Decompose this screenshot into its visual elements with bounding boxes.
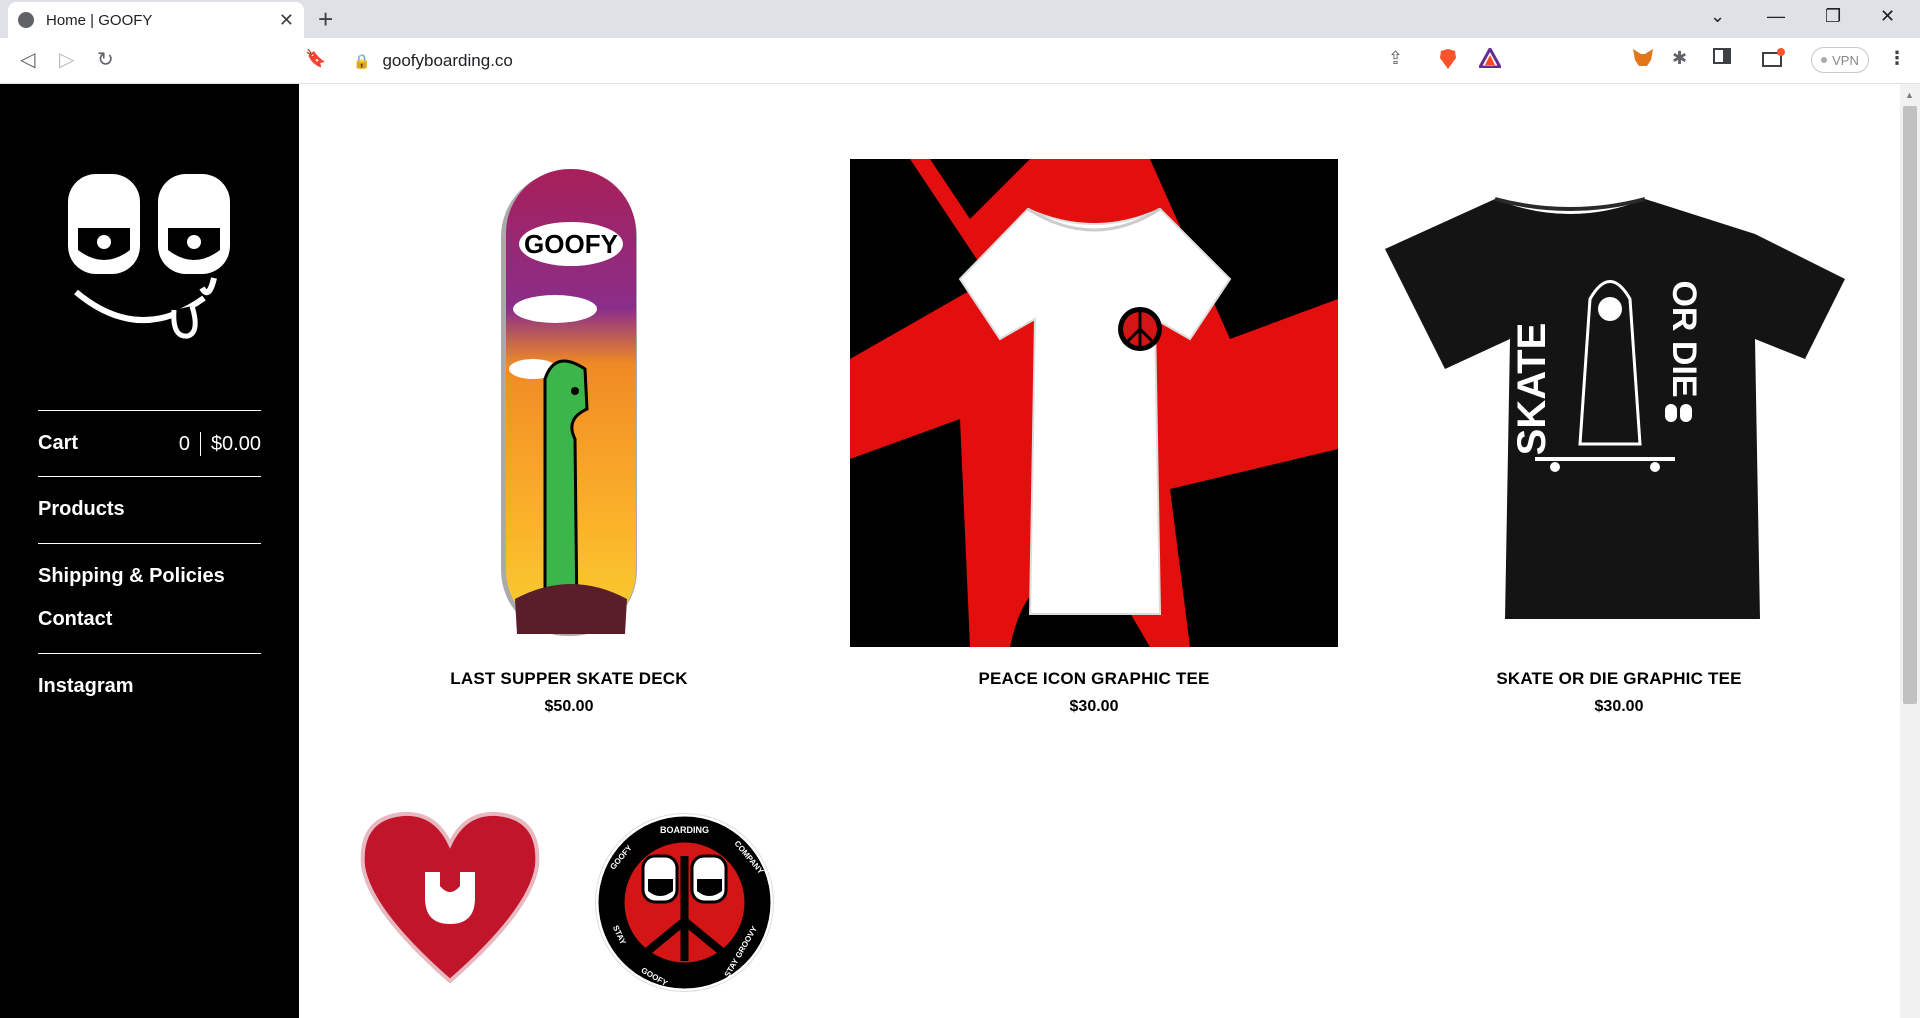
- menu-icon[interactable]: ⋮: [1888, 48, 1906, 69]
- sticker-text-top: BOARDING: [660, 825, 709, 835]
- nav-instagram[interactable]: Instagram: [38, 675, 134, 698]
- close-window-button[interactable]: ✕: [1880, 6, 1895, 27]
- sidebar-divider: [38, 410, 261, 411]
- nav-contact[interactable]: Contact: [38, 608, 112, 631]
- sidebar: Cart 0 $0.00 Products Shipping & Policie…: [0, 84, 299, 1018]
- skate-text: SKATE: [1510, 323, 1554, 456]
- product-image-peace-tee[interactable]: [850, 159, 1338, 647]
- new-tab-button[interactable]: +: [318, 4, 333, 35]
- sidebar-divider: [38, 653, 261, 654]
- product-price: $30.00: [1069, 698, 1119, 715]
- nav-products[interactable]: Products: [38, 498, 125, 521]
- sidebar-divider: [38, 476, 261, 477]
- lock-icon: 🔒: [353, 52, 371, 69]
- scrollbar-thumb[interactable]: [1903, 106, 1917, 704]
- cart-separator: [199, 432, 201, 456]
- product-card[interactable]: GOOFY LAST SUPPER SKATE DECK $50.00: [325, 159, 813, 716]
- web-page: Cart 0 $0.00 Products Shipping & Policie…: [0, 84, 1920, 1018]
- product-image-skate-or-die-tee[interactable]: SKATE OR DIE: [1375, 159, 1863, 647]
- product-image-circle-sticker[interactable]: BOARDING GOOFY COMPANY STAY GOOFY STAY G…: [593, 811, 776, 994]
- product-card[interactable]: PEACE ICON GRAPHIC TEE $30.00: [850, 159, 1338, 716]
- nav-shipping-policies[interactable]: Shipping & Policies: [38, 565, 225, 588]
- cart-total: $0.00: [210, 432, 261, 455]
- page-scrollbar[interactable]: ▲: [1900, 84, 1920, 1018]
- sidebar-toggle-icon[interactable]: [1713, 48, 1731, 69]
- product-name[interactable]: LAST SUPPER SKATE DECK: [325, 669, 813, 689]
- tab-close-icon[interactable]: ✕: [279, 10, 294, 31]
- browser-tab[interactable]: Home | GOOFY ✕: [8, 2, 304, 38]
- or-die-text: OR DIE: [1665, 280, 1703, 397]
- deck-goofy-text: GOOFY: [524, 229, 618, 259]
- url-text: goofyboarding.co: [382, 51, 513, 70]
- product-image-skate-deck[interactable]: GOOFY: [325, 159, 813, 647]
- cart-count: 0: [178, 432, 190, 455]
- product-name[interactable]: PEACE ICON GRAPHIC TEE: [850, 669, 1338, 689]
- restore-button[interactable]: ❐: [1825, 6, 1841, 27]
- bookmark-icon[interactable]: 🔖: [305, 49, 326, 69]
- tab-strip: Home | GOOFY ✕ + ⌄ — ❐ ✕: [0, 0, 1920, 38]
- address-bar[interactable]: 🔒 goofyboarding.co: [343, 44, 1513, 78]
- product-name[interactable]: SKATE OR DIE GRAPHIC TEE: [1375, 669, 1863, 689]
- product-card[interactable]: SKATE OR DIE SKATE OR DIE GRAPHIC TEE $3…: [1375, 159, 1863, 716]
- product-price: $30.00: [1594, 698, 1644, 715]
- scroll-up-icon[interactable]: ▲: [1905, 90, 1914, 100]
- metamask-icon[interactable]: [1632, 48, 1654, 73]
- vpn-label: VPN: [1832, 52, 1859, 68]
- minimize-button[interactable]: —: [1767, 6, 1785, 27]
- product-image-heart-sticker[interactable]: [355, 806, 545, 990]
- back-icon[interactable]: ◁: [20, 47, 35, 72]
- product-price: $50.00: [544, 698, 594, 715]
- reload-icon[interactable]: ↻: [97, 47, 114, 72]
- forward-icon[interactable]: ▷: [59, 47, 74, 72]
- wallet-icon[interactable]: [1762, 48, 1786, 73]
- toolbar: ◁ ▷ ↻ 🔖 🔒 goofyboarding.co ⇪ ✱ VPN ⋮: [0, 38, 1920, 84]
- sidebar-divider: [38, 543, 261, 544]
- goofy-logo[interactable]: [64, 170, 234, 340]
- vpn-button[interactable]: VPN: [1811, 47, 1869, 73]
- share-icon[interactable]: ⇪: [1388, 48, 1403, 69]
- tab-search-chevron-icon[interactable]: ⌄: [1710, 6, 1725, 27]
- globe-icon: [18, 12, 34, 28]
- brave-shield-icon[interactable]: [1438, 48, 1458, 75]
- cart-summary[interactable]: 0 $0.00: [179, 432, 261, 456]
- extensions-puzzle-icon[interactable]: ✱: [1672, 48, 1687, 69]
- vpn-status-icon: [1821, 57, 1828, 63]
- brave-rewards-icon[interactable]: [1477, 45, 1503, 73]
- tab-title: Home | GOOFY: [46, 11, 153, 29]
- browser-chrome: Home | GOOFY ✕ + ⌄ — ❐ ✕ ◁ ▷ ↻ 🔖 🔒 goofy…: [0, 0, 1920, 84]
- cart-link[interactable]: Cart: [38, 432, 78, 455]
